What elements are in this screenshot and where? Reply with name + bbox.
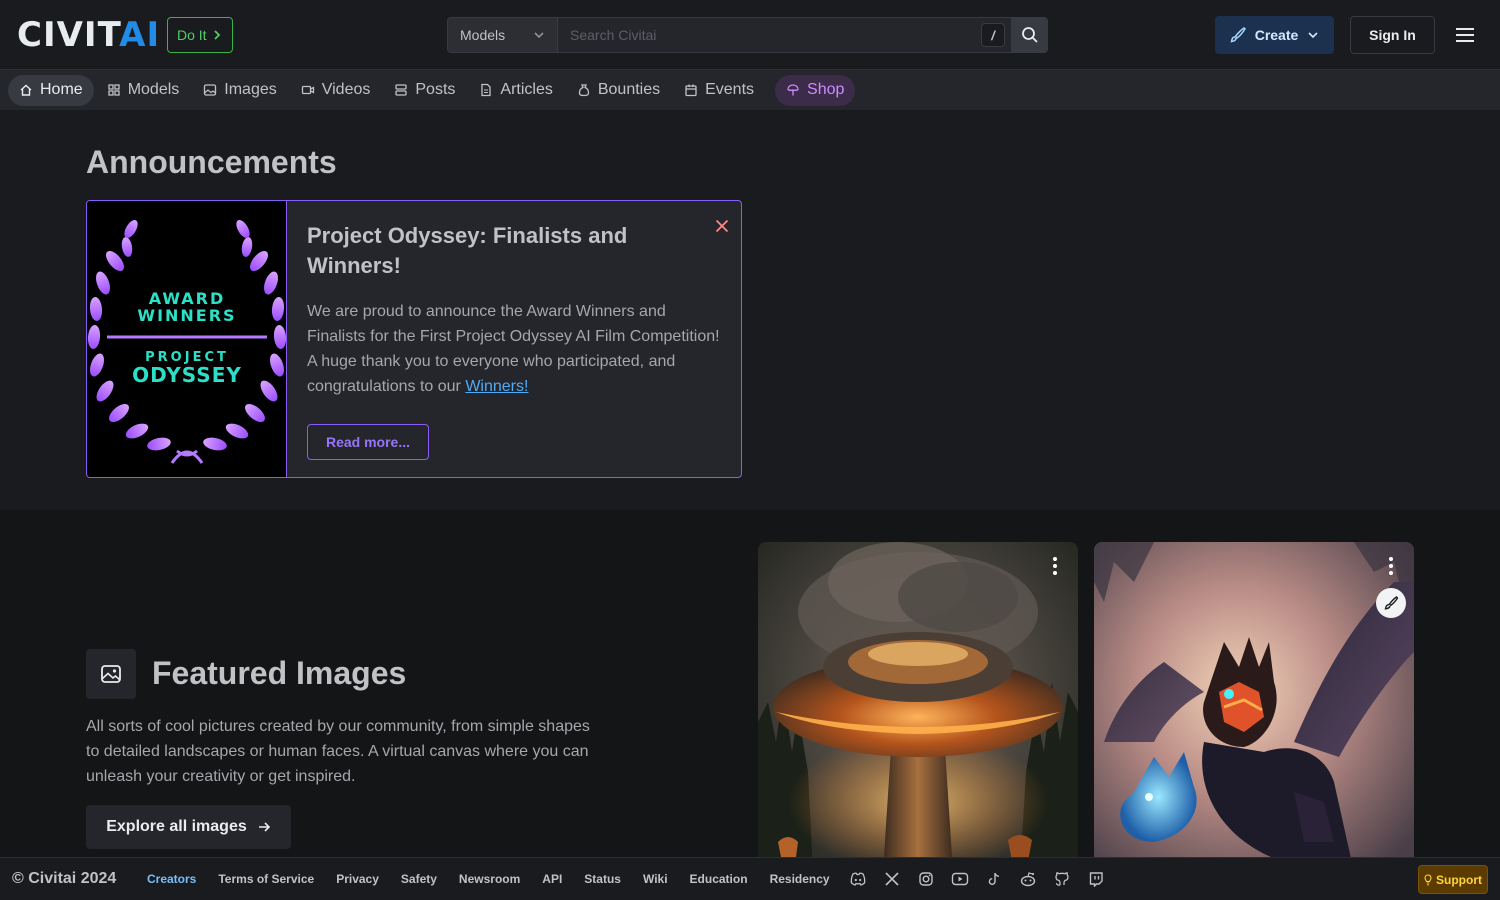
- footer-link-api[interactable]: API: [531, 872, 573, 886]
- search-input[interactable]: Search Civitai /: [558, 17, 1012, 53]
- search-icon: [1022, 27, 1038, 43]
- footer-link-newsroom[interactable]: Newsroom: [448, 872, 531, 886]
- read-more-button[interactable]: Read more...: [307, 424, 429, 460]
- chevron-down-icon: [534, 32, 544, 39]
- featured-images-icon-box: [86, 649, 136, 699]
- footer-link-education[interactable]: Education: [679, 872, 759, 886]
- arrow-right-icon: [258, 822, 270, 832]
- github-icon[interactable]: [1052, 869, 1072, 889]
- search-bar: Models Search Civitai /: [447, 17, 1048, 53]
- nav-item-images[interactable]: Images: [192, 75, 287, 106]
- announcement-title: Project Odyssey: Finalists and Winners!: [307, 223, 628, 278]
- footer-link-safety[interactable]: Safety: [390, 872, 448, 886]
- main-nav: Home Models Images Videos Posts Articles…: [0, 70, 1500, 110]
- hamburger-icon: [1456, 28, 1474, 42]
- support-button[interactable]: Support: [1418, 865, 1488, 894]
- chevron-right-icon: [213, 30, 220, 40]
- svg-text:ODYSSEY: ODYSSEY: [132, 363, 242, 387]
- copyright: © Civitai 2024: [12, 870, 117, 887]
- search-button[interactable]: [1012, 17, 1048, 53]
- nav-item-videos[interactable]: Videos: [290, 75, 382, 106]
- discord-icon[interactable]: [848, 869, 868, 889]
- footer-link-privacy[interactable]: Privacy: [325, 872, 390, 886]
- announcement-card: AWARD WINNERS PROJECT ODYSSEY Project Od…: [86, 200, 742, 478]
- reddit-icon[interactable]: [1018, 869, 1038, 889]
- dots-vertical-icon: [1389, 557, 1393, 575]
- close-icon: [715, 219, 729, 233]
- brush-icon: [1384, 596, 1399, 610]
- announcements-heading: Announcements: [86, 144, 337, 180]
- youtube-icon[interactable]: [950, 869, 970, 889]
- footer-link-terms[interactable]: Terms of Service: [207, 872, 325, 886]
- featured-image-card[interactable]: [1094, 542, 1414, 857]
- nav-item-models[interactable]: Models: [96, 75, 191, 106]
- remix-badge[interactable]: [1376, 588, 1406, 618]
- announcement-body: Project Odyssey: Finalists and Winners! …: [287, 201, 741, 477]
- nav-item-home[interactable]: Home: [8, 74, 94, 106]
- footer: © Civitai 2024 Creators Terms of Service…: [0, 857, 1500, 900]
- search-scope-select[interactable]: Models: [447, 17, 558, 53]
- x-icon[interactable]: [882, 869, 902, 889]
- footer-links: Creators Terms of Service Privacy Safety…: [136, 868, 841, 890]
- create-button[interactable]: Create: [1215, 16, 1334, 54]
- video-icon: [301, 85, 314, 95]
- moneybag-icon: [578, 84, 589, 97]
- do-it-button[interactable]: Do It: [167, 17, 233, 53]
- svg-text:WINNERS: WINNERS: [137, 306, 236, 325]
- nav-item-posts[interactable]: Posts: [383, 75, 466, 106]
- article-icon: [481, 83, 492, 97]
- close-announcement-button[interactable]: [711, 215, 733, 237]
- nav-item-bounties[interactable]: Bounties: [566, 75, 671, 106]
- featured-images-section: Featured Images All sorts of cool pictur…: [0, 510, 1500, 857]
- twitch-icon[interactable]: [1086, 869, 1106, 889]
- sign-in-button[interactable]: Sign In: [1350, 16, 1435, 54]
- footer-link-creators[interactable]: Creators: [136, 872, 207, 886]
- footer-link-status[interactable]: Status: [573, 872, 632, 886]
- image-options-button[interactable]: [1046, 554, 1064, 578]
- nav-item-events[interactable]: Events: [673, 75, 765, 106]
- dragon-image: [1094, 542, 1414, 857]
- dots-vertical-icon: [1053, 557, 1057, 575]
- footer-link-wiki[interactable]: Wiki: [632, 872, 679, 886]
- menu-button[interactable]: [1452, 23, 1478, 47]
- image-icon: [101, 665, 121, 683]
- image-options-button[interactable]: [1382, 554, 1400, 578]
- footer-link-residency[interactable]: Residency: [759, 872, 841, 886]
- tiktok-icon[interactable]: [984, 869, 1004, 889]
- mushroom-explosion-image: [758, 542, 1078, 857]
- instagram-icon[interactable]: [916, 869, 936, 889]
- announcement-text: We are proud to announce the Award Winne…: [307, 303, 720, 395]
- chevron-down-icon: [1308, 32, 1318, 39]
- explore-all-images-button[interactable]: Explore all images: [86, 805, 291, 849]
- laurel-wreath-graphic: AWARD WINNERS PROJECT ODYSSEY: [87, 219, 287, 464]
- calendar-icon: [685, 84, 697, 97]
- winners-link[interactable]: Winners!: [465, 378, 528, 395]
- image-icon: [204, 84, 217, 96]
- civitai-logo[interactable]: CIVITAI: [17, 18, 160, 52]
- nav-item-articles[interactable]: Articles: [468, 75, 563, 106]
- grid-icon: [108, 84, 120, 96]
- header: CIVITAI Do It Models Search Civitai / Cr…: [0, 0, 1500, 70]
- announcements-section: Announcements AWARD WINNERS PROJECT ODYS…: [0, 110, 1500, 510]
- brush-icon: [1230, 27, 1246, 43]
- search-shortcut-key: /: [981, 23, 1005, 47]
- nav-item-shop[interactable]: Shop: [775, 74, 856, 106]
- footer-social-links: [848, 868, 1106, 890]
- posts-icon: [395, 84, 408, 96]
- featured-images-description: All sorts of cool pictures created by ou…: [86, 718, 590, 785]
- home-icon: [20, 84, 32, 96]
- lightbulb-icon: [1424, 873, 1432, 885]
- featured-images-title: Featured Images: [152, 655, 407, 691]
- award-winners-image: AWARD WINNERS PROJECT ODYSSEY: [87, 201, 287, 477]
- shop-icon: [787, 84, 799, 96]
- featured-image-card[interactable]: [758, 542, 1078, 857]
